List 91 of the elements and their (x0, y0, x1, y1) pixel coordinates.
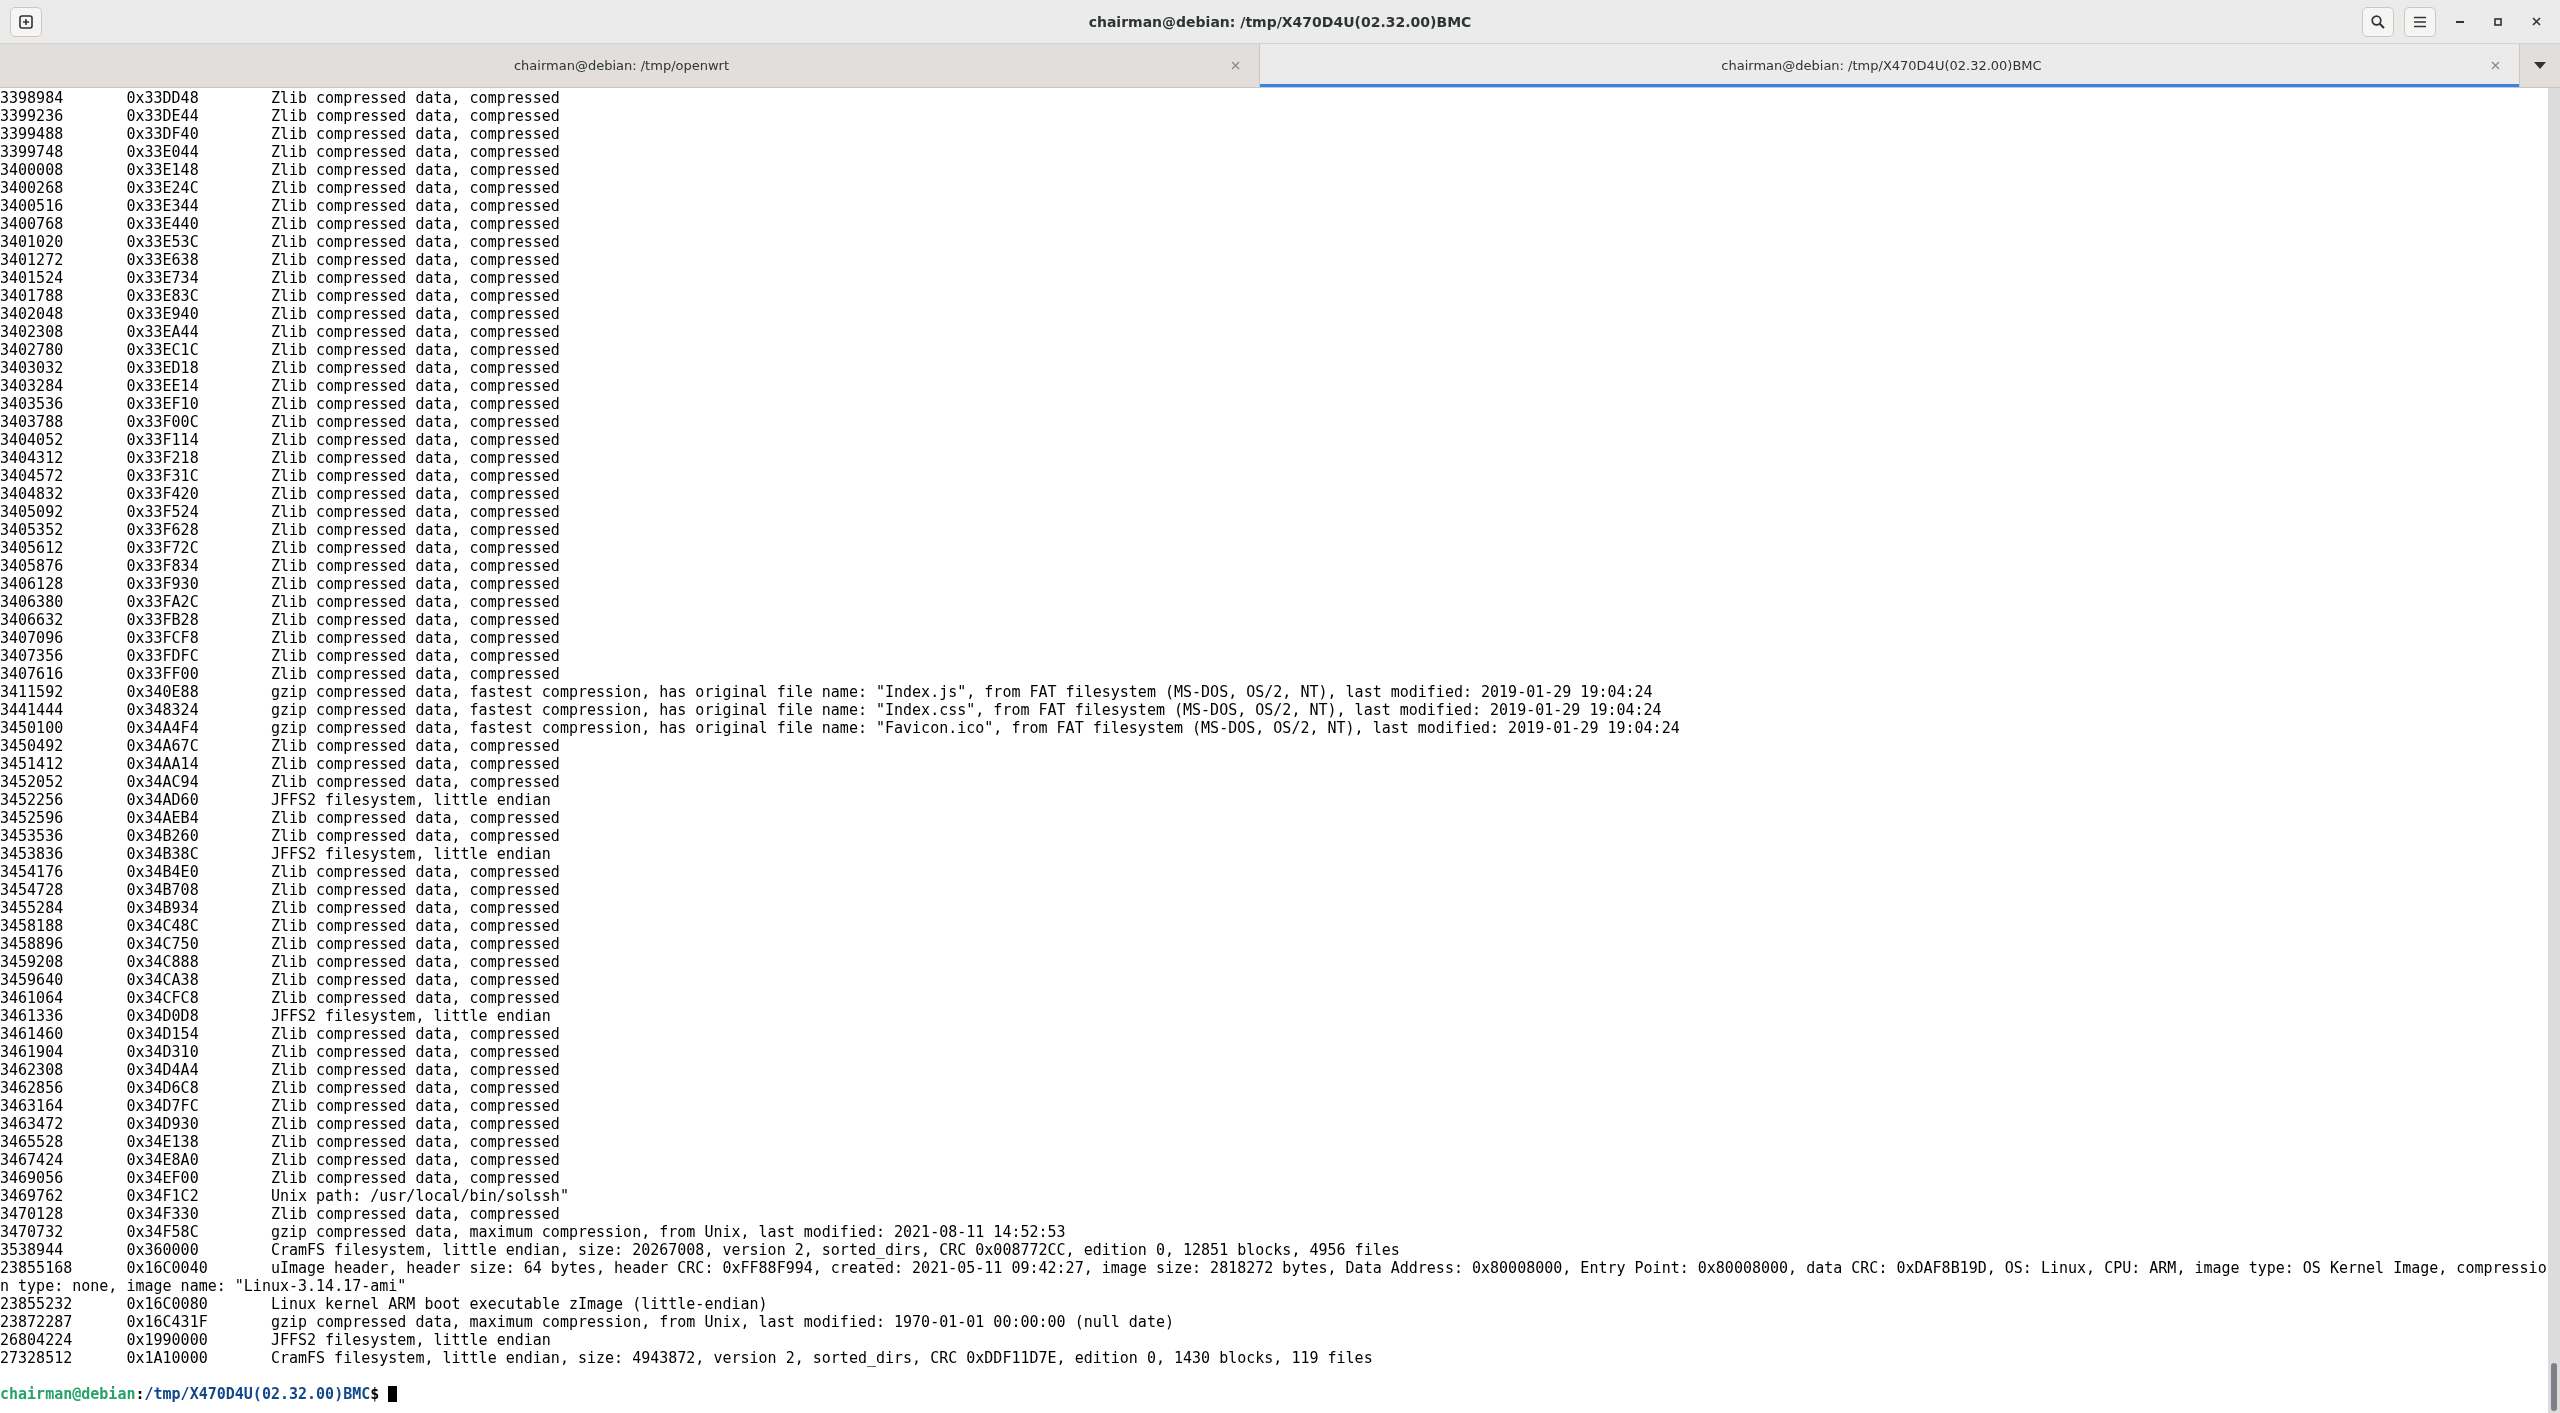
output-line: 3401788 0x33E83C Zlib compressed data, compressed (0, 287, 561, 305)
output-line: 3404572 0x33F31C Zlib compressed data, compressed (0, 467, 561, 485)
text-cursor (388, 1386, 398, 1402)
output-line: 3470128 0x34F330 Zlib compressed data, compressed (0, 1205, 561, 1223)
search-icon (2371, 14, 2385, 29)
output-line: 3469762 0x34F1C2 Unix path: /usr/local/bin/solssh" (0, 1187, 570, 1205)
output-line: 3455284 0x34B934 Zlib compressed data, compressed (0, 899, 561, 917)
output-line: 3450492 0x34A67C Zlib compressed data, compressed (0, 737, 561, 755)
output-line: 3400268 0x33E24C Zlib compressed data, compressed (0, 179, 561, 197)
window-title: chairman@debian: /tmp/X470D4U(02.32.00)BMC (1087, 13, 1473, 30)
output-line: 3452596 0x34AEB4 Zlib compressed data, compressed (0, 809, 561, 827)
output-line: 3402048 0x33E940 Zlib compressed data, compressed (0, 305, 561, 323)
output-line: 3454728 0x34B708 Zlib compressed data, compressed (0, 881, 561, 899)
output-line: 3454176 0x34B4E0 Zlib compressed data, compressed (0, 863, 561, 881)
output-line: 3403032 0x33ED18 Zlib compressed data, compressed (0, 359, 561, 377)
output-line: 3401020 0x33E53C Zlib compressed data, compressed (0, 233, 561, 251)
output-line: 23855232 0x16C0080 Linux kernel ARM boot executable zImage (little-endian) (0, 1295, 769, 1313)
output-line: 3404052 0x33F114 Zlib compressed data, compressed (0, 431, 561, 449)
output-line: 3462308 0x34D4A4 Zlib compressed data, compressed (0, 1061, 561, 1079)
output-line: 3400516 0x33E344 Zlib compressed data, compressed (0, 197, 561, 215)
output-line: 3467424 0x34E8A0 Zlib compressed data, compressed (0, 1151, 561, 1169)
output-line: 3399748 0x33E044 Zlib compressed data, compressed (0, 143, 561, 161)
close-icon (2490, 61, 2500, 70)
output-line: 3398984 0x33DD48 Zlib compressed data, compressed (0, 89, 561, 107)
output-line: 3469056 0x34EF00 Zlib compressed data, compressed (0, 1169, 561, 1187)
output-line: 3461064 0x34CFC8 Zlib compressed data, compressed (0, 989, 561, 1007)
prompt-separator: : (135, 1385, 145, 1403)
output-line: 3406632 0x33FB28 Zlib compressed data, compressed (0, 611, 561, 629)
output-line: 3451412 0x34AA14 Zlib compressed data, compressed (0, 755, 561, 773)
output-line: 3406128 0x33F930 Zlib compressed data, compressed (0, 575, 561, 593)
output-line: 3401524 0x33E734 Zlib compressed data, compressed (0, 269, 561, 287)
output-line: 3461336 0x34D0D8 JFFS2 filesystem, little endian (0, 1007, 552, 1025)
output-line: 3463472 0x34D930 Zlib compressed data, compressed (0, 1115, 561, 1133)
caret-icon (2534, 62, 2546, 69)
output-line: 3405612 0x33F72C Zlib compressed data, compressed (0, 539, 561, 557)
output-line: 3407616 0x33FF00 Zlib compressed data, compressed (0, 665, 561, 683)
output-line: 3399488 0x33DF40 Zlib compressed data, compressed (0, 125, 561, 143)
output-line: 3403536 0x33EF10 Zlib compressed data, compressed (0, 395, 561, 413)
output-line: 3407096 0x33FCF8 Zlib compressed data, compressed (0, 629, 561, 647)
output-line: 3470732 0x34F58C gzip compressed data, maximum compression, from Unix, last modified: 2021-08-11 14:52:53 (0, 1223, 1067, 1241)
maximize-icon (2494, 17, 2502, 26)
output-line: 3465528 0x34E138 Zlib compressed data, compressed (0, 1133, 561, 1151)
output-line: 3452052 0x34AC94 Zlib compressed data, compressed (0, 773, 561, 791)
menu-icon (2413, 15, 2427, 28)
output-line: 27328512 0x1A10000 CramFS filesystem, little endian, size: 4943872, version 2, sorted_dirs, CRC 0xDDF11D7E, edition 0, 1430 blocks, 119 files (0, 1349, 1374, 1367)
output-line: 3407356 0x33FDFC Zlib compressed data, compressed (0, 647, 561, 665)
output-line: 3452256 0x34AD60 JFFS2 filesystem, little endian (0, 791, 552, 809)
output-line: 3401272 0x33E638 Zlib compressed data, compressed (0, 251, 561, 269)
output-line: 3406380 0x33FA2C Zlib compressed data, compressed (0, 593, 561, 611)
scrollbar-thumb[interactable] (2551, 1363, 2557, 1411)
output-line: 3404312 0x33F218 Zlib compressed data, compressed (0, 449, 561, 467)
prompt-symbol: $ (370, 1385, 380, 1403)
menu-button[interactable] (2404, 6, 2436, 37)
output-line: 3400768 0x33E440 Zlib compressed data, compressed (0, 215, 561, 233)
output-line: 3538944 0x360000 CramFS filesystem, little endian, size: 20267008, version 2, sorted_dirs, CRC 0x008772CC, edition 0, 12851 blocks, 4956 files (0, 1241, 1401, 1259)
output-line: 3463164 0x34D7FC Zlib compressed data, compressed (0, 1097, 561, 1115)
output-line: 3462856 0x34D6C8 Zlib compressed data, compressed (0, 1079, 561, 1097)
output-line: 3400008 0x33E148 Zlib compressed data, compressed (0, 161, 561, 179)
search-button[interactable] (2362, 6, 2394, 37)
output-line: 3450100 0x34A4F4 gzip compressed data, fastest compression, has original file name: "Favicon.ico", from FAT filesystem (MS-DOS, OS/2, NT), last modified: 2019-01-29 19:04:24 (0, 719, 1681, 737)
output-line: 3403284 0x33EE14 Zlib compressed data, compressed (0, 377, 561, 395)
prompt-user-host: chairman@debian (0, 1385, 136, 1403)
output-line: 3405092 0x33F524 Zlib compressed data, compressed (0, 503, 561, 521)
output-line: 3403788 0x33F00C Zlib compressed data, compressed (0, 413, 561, 431)
new-tab-icon (19, 14, 33, 29)
new-tab-button[interactable] (10, 6, 42, 37)
output-line: 3405352 0x33F628 Zlib compressed data, compressed (0, 521, 561, 539)
output-line: 3458188 0x34C48C Zlib compressed data, compressed (0, 917, 561, 935)
output-line: 3402308 0x33EA44 Zlib compressed data, compressed (0, 323, 561, 341)
output-line: 23872287 0x16C431F gzip compressed data, maximum compression, from Unix, last modified: 1970-01-01 00:00:00 (null date) (0, 1313, 1175, 1331)
output-line: 23855168 0x16C0040 uImage header, header size: 64 bytes, header CRC: 0xFF88F994, created: 2021-05-11 09:42:27, image size: 2818272 bytes, Data Address: 0x80008000, Entry Point: 0x80008000, data CRC: 0xDAF8B19D, OS: Linux, CPU: ARM, image type: OS Kernel Image, compression type: none, image name: "Linux-3.14.17-ami" (0, 1259, 2548, 1295)
output-line: 3441444 0x348324 gzip compressed data, fastest compression, has original file name: "Index.css", from FAT filesystem (MS-DOS, OS/2, NT), last modified: 2019-01-29 19:04:24 (0, 701, 1663, 719)
close-icon (1230, 61, 1240, 70)
minimize-icon (2456, 20, 2464, 23)
terminal-tab[interactable]: chairman@debian: /tmp/X470D4U(02.32.00)BMC (1260, 44, 2520, 87)
output-line: 3453836 0x34B38C JFFS2 filesystem, little endian (0, 845, 552, 863)
output-line: 3411592 0x340E88 gzip compressed data, fastest compression, has original file name: "Index.js", from FAT filesystem (MS-DOS, OS/2, NT), last modified: 2019-01-29 19:04:24 (0, 683, 1654, 701)
scrollbar[interactable] (2548, 88, 2560, 1413)
output-line: 3405876 0x33F834 Zlib compressed data, compressed (0, 557, 561, 575)
output-line: 3461460 0x34D154 Zlib compressed data, compressed (0, 1025, 561, 1043)
prompt-path: /tmp/X470D4U(02.32.00)BMC (144, 1385, 371, 1403)
output-line: 3402780 0x33EC1C Zlib compressed data, compressed (0, 341, 561, 359)
output-line: 3458896 0x34C750 Zlib compressed data, compressed (0, 935, 561, 953)
output-line: 26804224 0x1990000 JFFS2 filesystem, little endian (0, 1331, 552, 1349)
output-line: 3453536 0x34B260 Zlib compressed data, compressed (0, 827, 561, 845)
output-line: 3461904 0x34D310 Zlib compressed data, compressed (0, 1043, 561, 1061)
output-line: 3459640 0x34CA38 Zlib compressed data, compressed (0, 971, 561, 989)
output-line: 3404832 0x33F420 Zlib compressed data, compressed (0, 485, 561, 503)
close-icon (2531, 17, 2541, 26)
output-line: 3459208 0x34C888 Zlib compressed data, compressed (0, 953, 561, 971)
output-line: 3399236 0x33DE44 Zlib compressed data, compressed (0, 107, 561, 125)
